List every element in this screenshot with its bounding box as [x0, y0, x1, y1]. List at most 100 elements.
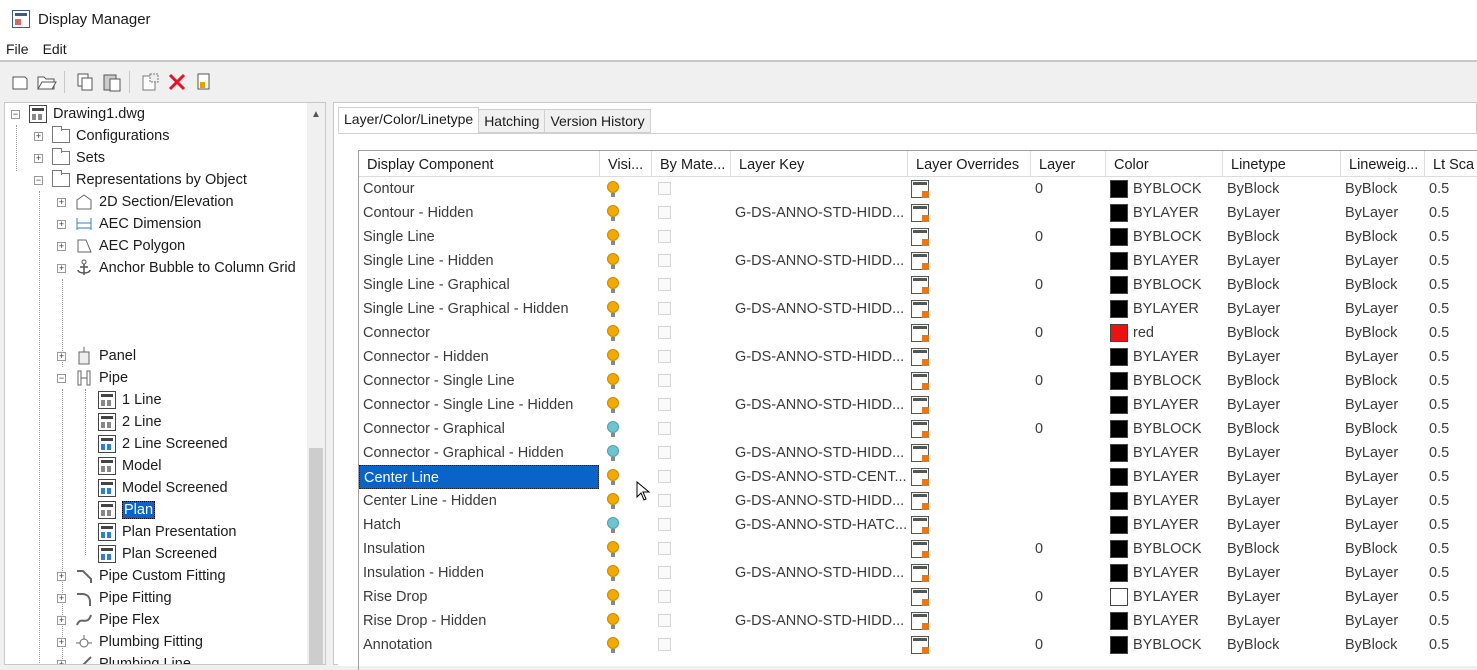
cell-linetype[interactable]: ByLayer — [1223, 345, 1340, 369]
cell-layer-key[interactable] — [731, 177, 907, 201]
copy-icon[interactable] — [73, 70, 97, 94]
color-swatch[interactable] — [1110, 180, 1128, 198]
by-material-checkbox[interactable] — [658, 422, 671, 435]
cell-layer[interactable]: 0 — [1031, 273, 1105, 297]
cell-lineweight[interactable]: ByBlock — [1341, 225, 1424, 249]
layer-override-icon[interactable] — [911, 444, 929, 462]
cell-layer[interactable] — [1031, 561, 1105, 585]
by-material-checkbox[interactable] — [658, 446, 671, 459]
cell-display-component[interactable]: Single Line - Hidden — [359, 249, 599, 273]
cell-display-component[interactable]: Rise Drop — [359, 585, 599, 609]
tab-version-history[interactable]: Version History — [544, 109, 651, 133]
cell-linetype[interactable]: ByBlock — [1223, 273, 1340, 297]
cell-color[interactable]: BYBLOCK — [1129, 177, 1219, 201]
cell-color[interactable]: BYBLOCK — [1129, 225, 1219, 249]
cell-lineweight[interactable]: ByLayer — [1341, 393, 1424, 417]
cell-linetype[interactable]: ByBlock — [1223, 321, 1340, 345]
cell-layer-key[interactable] — [731, 417, 907, 441]
cell-color[interactable]: BYLAYER — [1129, 297, 1219, 321]
tree-item-configurations[interactable]: + Configurations — [34, 125, 170, 147]
cell-linetype[interactable]: ByLayer — [1223, 513, 1340, 537]
cell-linetype[interactable]: ByLayer — [1223, 585, 1340, 609]
cell-color[interactable]: BYLAYER — [1129, 465, 1219, 489]
cell-color[interactable]: BYBLOCK — [1129, 369, 1219, 393]
table-row[interactable]: Center Line - Hidden G-DS-ANNO-STD-HIDD..… — [359, 489, 1477, 513]
cell-layer[interactable] — [1031, 201, 1105, 225]
tree-item-plumbing-line[interactable]: + Plumbing Line — [57, 653, 191, 664]
col-by-material[interactable]: By Mate... — [652, 151, 731, 177]
table-row[interactable]: Insulation 0 BYBLOCK ByBlock ByBlock 0.5 — [359, 537, 1477, 561]
cell-lt-scale[interactable]: 0.5 — [1425, 513, 1477, 537]
tree-panel[interactable]: − Drawing1.dwg + Configurations + Sets − Re… — [4, 102, 326, 665]
cell-color[interactable]: BYLAYER — [1129, 489, 1219, 513]
color-swatch[interactable] — [1110, 564, 1128, 582]
col-display-component[interactable]: Display Component — [359, 151, 600, 177]
lightbulb-icon[interactable] — [607, 373, 619, 389]
tree-item-model-screened[interactable]: Model Screened — [98, 477, 228, 499]
cell-display-component[interactable]: Connector - Graphical - Hidden — [359, 441, 599, 465]
cell-layer[interactable]: 0 — [1031, 537, 1105, 561]
cell-lt-scale[interactable]: 0.5 — [1425, 585, 1477, 609]
layer-override-icon[interactable] — [911, 420, 929, 438]
table-row[interactable]: Center Line G-DS-ANNO-STD-CENT... BYLAYER B… — [359, 465, 1477, 489]
cell-lineweight[interactable]: ByLayer — [1341, 489, 1424, 513]
layer-override-icon[interactable] — [911, 276, 929, 294]
layer-override-icon[interactable] — [911, 468, 929, 486]
lightbulb-icon[interactable] — [607, 565, 619, 581]
cell-lt-scale[interactable]: 0.5 — [1425, 465, 1477, 489]
by-material-checkbox[interactable] — [658, 566, 671, 579]
cell-color[interactable]: BYBLOCK — [1129, 417, 1219, 441]
cell-lt-scale[interactable]: 0.5 — [1425, 345, 1477, 369]
lightbulb-icon[interactable] — [607, 301, 619, 317]
cell-display-component[interactable]: Contour — [359, 177, 599, 201]
cell-layer-key[interactable] — [731, 537, 907, 561]
layer-override-icon[interactable] — [911, 612, 929, 630]
col-color[interactable]: Color — [1106, 151, 1223, 177]
tree-item-pipe[interactable]: − Pipe — [57, 367, 128, 389]
open-folder-icon[interactable] — [35, 70, 59, 94]
cell-display-component[interactable]: Connector - Graphical — [359, 417, 599, 441]
cell-linetype[interactable]: ByBlock — [1223, 369, 1340, 393]
by-material-checkbox[interactable] — [658, 254, 671, 267]
cell-linetype[interactable]: ByBlock — [1223, 417, 1340, 441]
cell-lt-scale[interactable]: 0.5 — [1425, 609, 1477, 633]
cell-layer-key[interactable]: G-DS-ANNO-STD-HIDD... — [731, 561, 907, 585]
layer-override-icon[interactable] — [911, 228, 929, 246]
cell-display-component[interactable]: Single Line — [359, 225, 599, 249]
cell-linetype[interactable]: ByBlock — [1223, 633, 1340, 657]
cell-lt-scale[interactable]: 0.5 — [1425, 537, 1477, 561]
table-row[interactable]: Single Line - Hidden G-DS-ANNO-STD-HIDD..… — [359, 249, 1477, 273]
table-row[interactable]: Connector - Graphical - Hidden G-DS-ANNO-… — [359, 441, 1477, 465]
tree-item-plan[interactable]: Plan — [98, 499, 156, 521]
cell-display-component[interactable]: Annotation — [359, 633, 599, 657]
cell-display-component[interactable]: Contour - Hidden — [359, 201, 599, 225]
by-material-checkbox[interactable] — [658, 182, 671, 195]
cell-linetype[interactable]: ByLayer — [1223, 201, 1340, 225]
cell-display-component[interactable]: Hatch — [359, 513, 599, 537]
cell-linetype[interactable]: ByLayer — [1223, 489, 1340, 513]
cell-layer-key[interactable] — [731, 633, 907, 657]
cell-lineweight[interactable]: ByBlock — [1341, 369, 1424, 393]
layer-override-icon[interactable] — [911, 372, 929, 390]
tree-item-pipe-flex[interactable]: + Pipe Flex — [57, 609, 159, 631]
cell-lt-scale[interactable]: 0.5 — [1425, 321, 1477, 345]
cell-layer-key[interactable]: G-DS-ANNO-STD-HIDD... — [731, 609, 907, 633]
cell-color[interactable]: BYLAYER — [1129, 513, 1219, 537]
table-row[interactable]: Contour 0 BYBLOCK ByBlock ByBlock 0.5 — [359, 177, 1477, 201]
cell-display-component[interactable]: Connector — [359, 321, 599, 345]
cell-layer[interactable]: 0 — [1031, 177, 1105, 201]
cell-layer[interactable]: 0 — [1031, 369, 1105, 393]
cell-layer[interactable]: 0 — [1031, 417, 1105, 441]
cell-lt-scale[interactable]: 0.5 — [1425, 561, 1477, 585]
tree-item-pipe-fitting[interactable]: + Pipe Fitting — [57, 587, 172, 609]
by-material-checkbox[interactable] — [658, 518, 671, 531]
cell-color[interactable]: BYLAYER — [1129, 345, 1219, 369]
cell-lineweight[interactable]: ByBlock — [1341, 273, 1424, 297]
display-components-grid[interactable]: Display Component Visi... By Mate... Lay… — [358, 150, 1477, 670]
cell-lt-scale[interactable]: 0.5 — [1425, 489, 1477, 513]
cell-layer[interactable] — [1031, 489, 1105, 513]
cell-color[interactable]: BYBLOCK — [1129, 537, 1219, 561]
cell-lineweight[interactable]: ByLayer — [1341, 465, 1424, 489]
cell-layer-key[interactable]: G-DS-ANNO-STD-HIDD... — [731, 441, 907, 465]
lightbulb-icon[interactable] — [607, 349, 619, 365]
